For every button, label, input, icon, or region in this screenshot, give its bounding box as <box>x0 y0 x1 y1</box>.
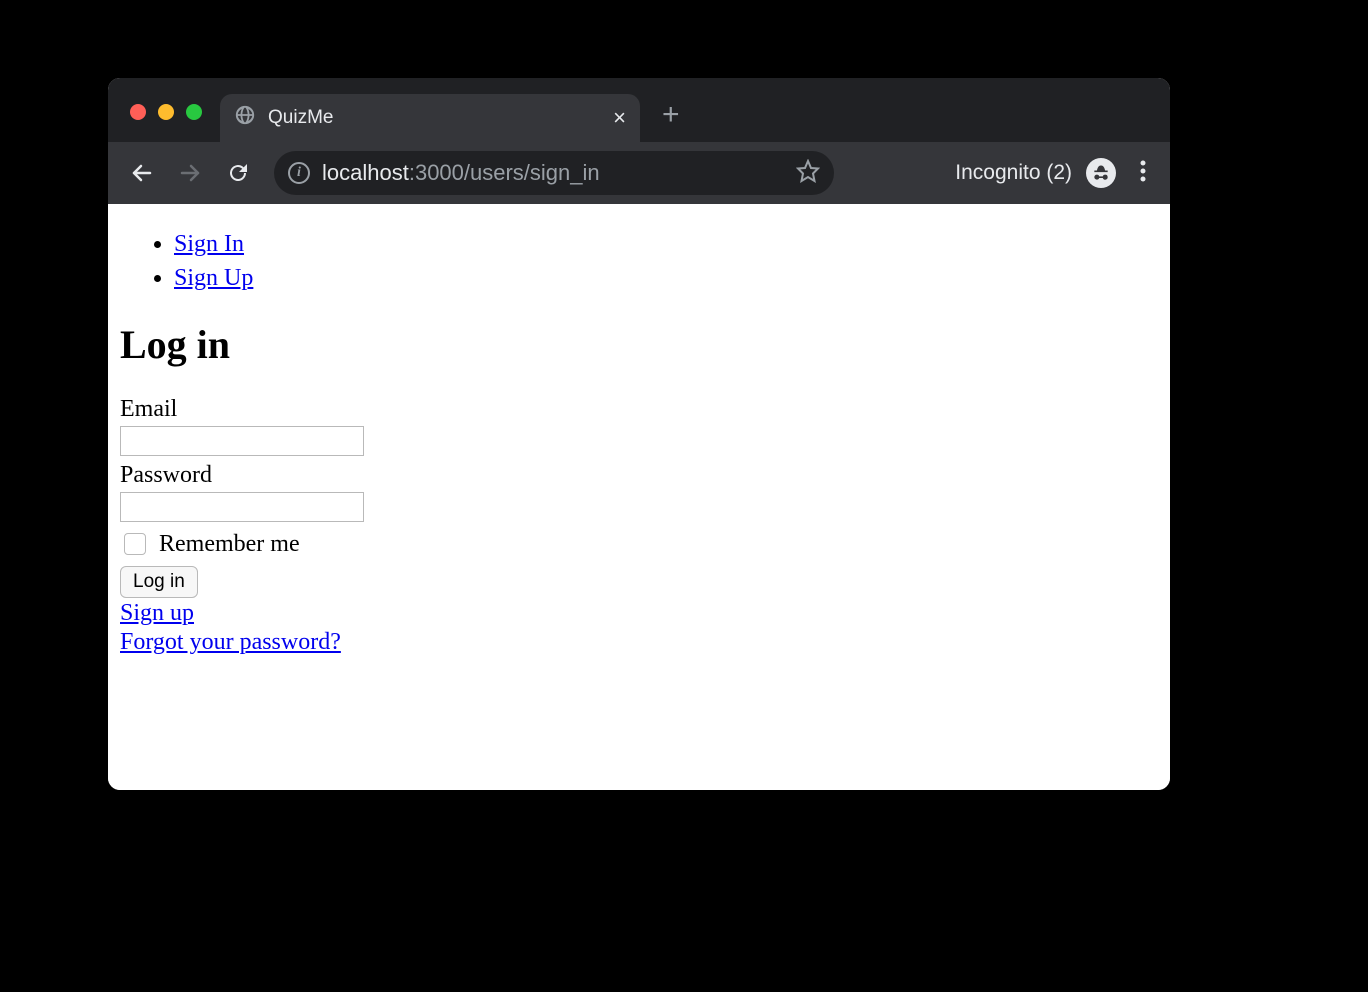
bookmark-star-icon[interactable] <box>796 159 820 188</box>
url-display: localhost:3000/users/sign_in <box>322 160 784 186</box>
close-tab-icon[interactable]: × <box>613 107 626 129</box>
email-label: Email <box>120 396 1158 423</box>
email-row: Email <box>120 396 1158 456</box>
incognito-icon[interactable] <box>1086 158 1116 188</box>
window-minimize-button[interactable] <box>158 104 174 120</box>
window-maximize-button[interactable] <box>186 104 202 120</box>
password-row: Password <box>120 462 1158 522</box>
sign-up-aux-link[interactable]: Sign up <box>120 600 194 627</box>
sign-up-link[interactable]: Sign Up <box>174 265 253 291</box>
tab-title: QuizMe <box>268 107 601 129</box>
chrome-tab-strip: QuizMe × + <box>108 78 1170 142</box>
page-heading: Log in <box>120 321 1158 368</box>
email-field[interactable] <box>120 426 364 456</box>
forgot-password-link[interactable]: Forgot your password? <box>120 629 341 656</box>
page-content: Sign In Sign Up Log in Email Password Re… <box>108 204 1170 790</box>
remember-me-checkbox[interactable] <box>124 533 146 555</box>
chrome-toolbar: i localhost:3000/users/sign_in Incognito… <box>108 142 1170 204</box>
site-info-icon[interactable]: i <box>288 162 310 184</box>
url-host: localhost <box>322 160 409 185</box>
remember-me-label: Remember me <box>159 531 300 558</box>
password-label: Password <box>120 462 1158 489</box>
browser-window: QuizMe × + i localhost:3000/users/sign_i… <box>108 78 1170 790</box>
list-item: Sign Up <box>174 262 1158 296</box>
globe-icon <box>234 104 256 132</box>
sign-in-link[interactable]: Sign In <box>174 231 244 257</box>
window-close-button[interactable] <box>130 104 146 120</box>
log-in-button[interactable]: Log in <box>120 566 198 598</box>
window-controls <box>108 104 202 142</box>
address-bar[interactable]: i localhost:3000/users/sign_in <box>274 151 834 195</box>
url-path: :3000/users/sign_in <box>409 160 600 185</box>
browser-tab[interactable]: QuizMe × <box>220 94 640 142</box>
list-item: Sign In <box>174 228 1158 262</box>
back-button[interactable] <box>122 153 162 193</box>
new-tab-button[interactable]: + <box>662 100 680 130</box>
tabs-area: QuizMe × + <box>220 78 680 142</box>
browser-menu-button[interactable] <box>1140 159 1146 188</box>
reload-button[interactable] <box>218 153 258 193</box>
password-field[interactable] <box>120 492 364 522</box>
incognito-label: Incognito (2) <box>955 161 1072 185</box>
remember-row: Remember me <box>120 530 1158 558</box>
forward-button[interactable] <box>170 153 210 193</box>
nav-links-list: Sign In Sign Up <box>120 228 1158 295</box>
